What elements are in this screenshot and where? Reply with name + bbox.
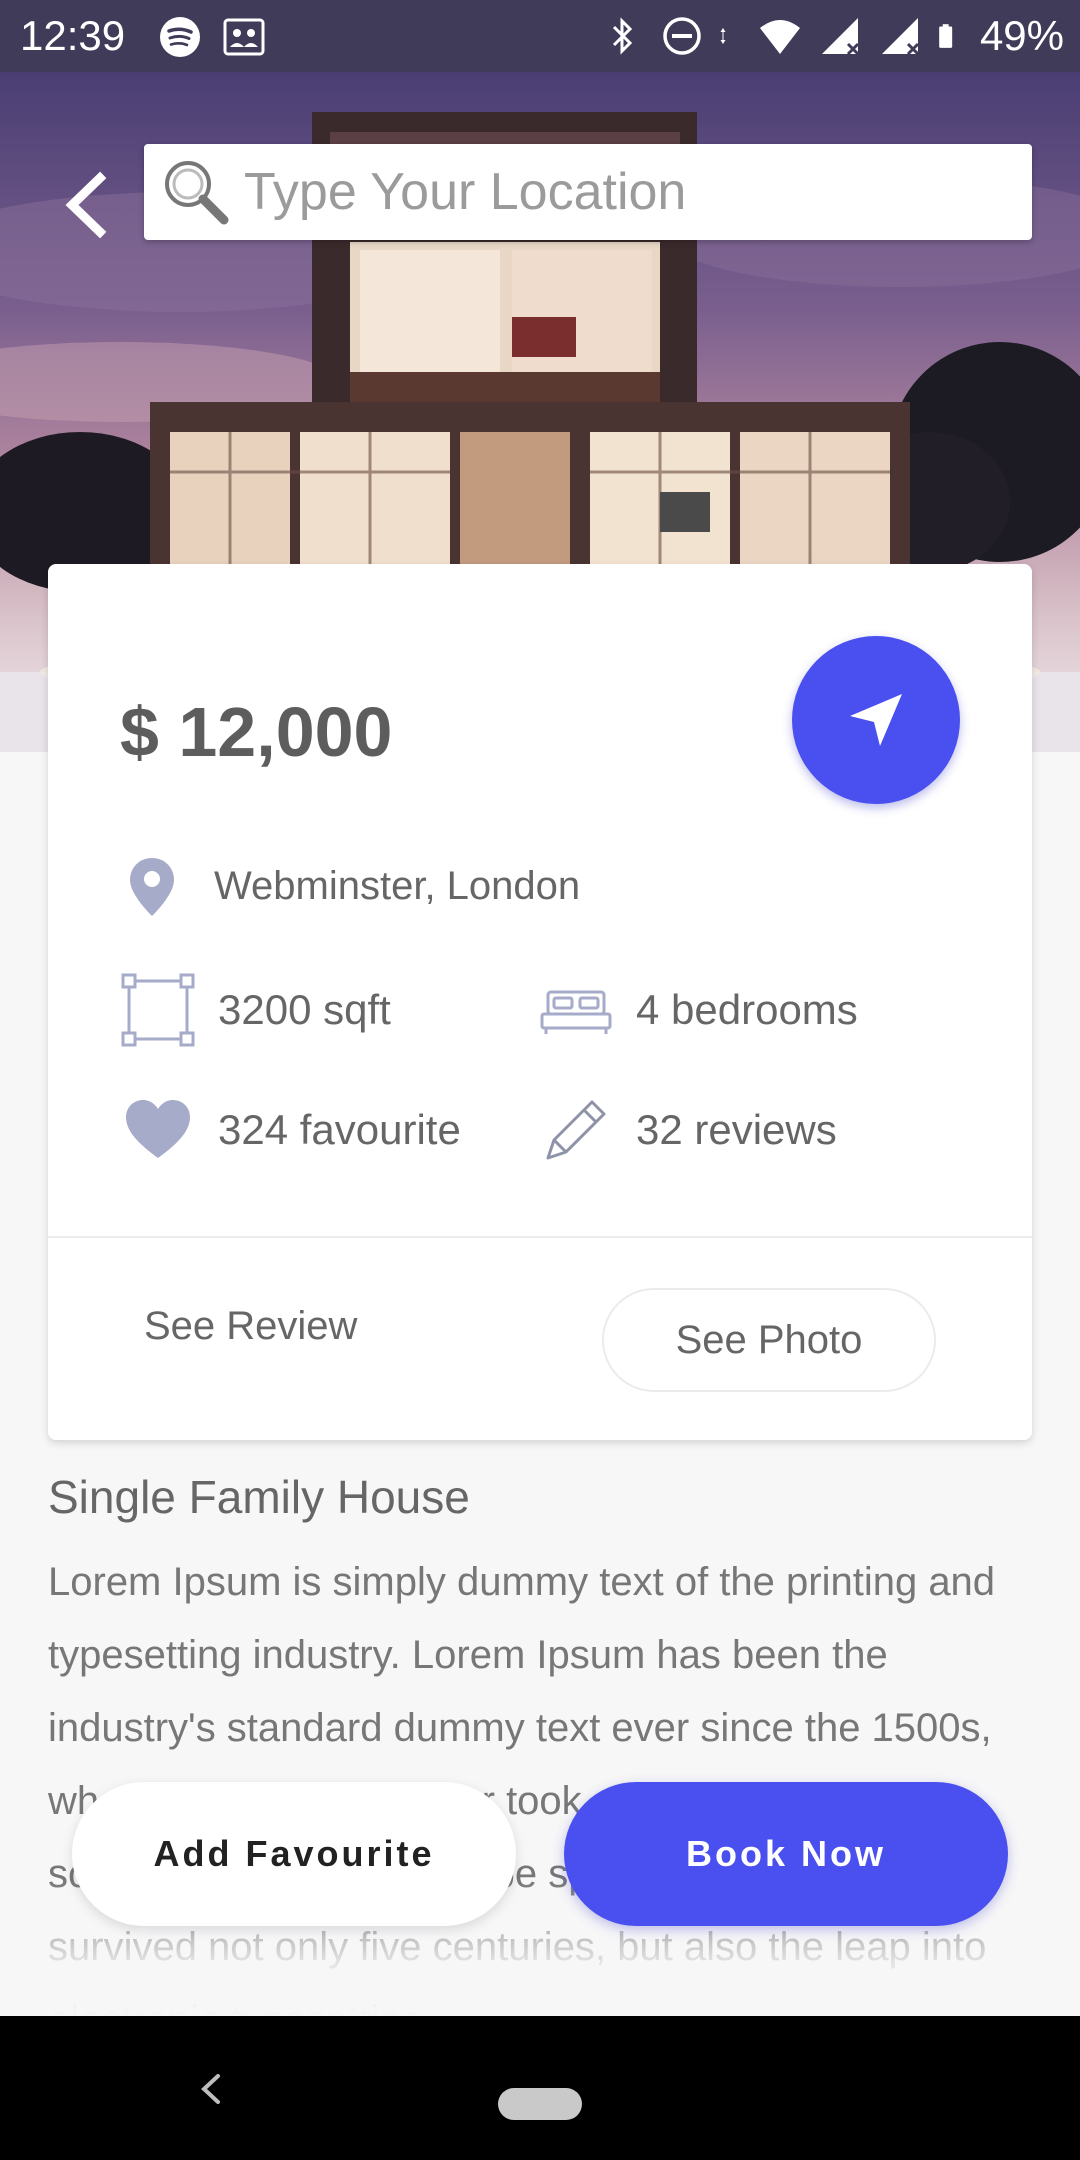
location-text: Webminster, London [214, 863, 581, 908]
see-review-button[interactable]: See Review [144, 1304, 357, 1349]
spotify-icon [160, 17, 200, 57]
search-icon [165, 161, 229, 225]
bluetooth-icon [612, 17, 633, 55]
favourites-text: 324 favourite [218, 1106, 461, 1153]
location-row: Webminster, London [120, 854, 580, 918]
system-back-icon[interactable] [190, 2064, 230, 2114]
status-left-icons [158, 15, 266, 59]
navigation-arrow-icon [850, 694, 902, 746]
reviews-feature: 32 reviews [538, 1092, 837, 1168]
bed-icon [538, 972, 614, 1048]
dnd-icon [663, 17, 701, 55]
back-arrow-icon[interactable] [56, 170, 116, 240]
signal-icon [881, 18, 919, 56]
area-feature: 3200 sqft [120, 972, 391, 1048]
add-favourite-button[interactable]: Add Favourite [72, 1782, 516, 1926]
wifi-icon [759, 20, 800, 54]
area-text: 3200 sqft [218, 986, 391, 1033]
status-right-icons: 49% [600, 12, 1064, 60]
bedrooms-text: 4 bedrooms [636, 986, 858, 1033]
battery-icon [939, 24, 953, 48]
location-pin-icon [130, 858, 174, 916]
area-icon [120, 972, 196, 1048]
property-type-title: Single Family House [48, 1471, 470, 1523]
data-arrows-icon [720, 28, 726, 44]
signal-icon [821, 18, 859, 56]
system-nav-bar [0, 2016, 1080, 2160]
card-divider [48, 1236, 1032, 1238]
pencil-icon [538, 1092, 614, 1168]
price: $ 12,000 [120, 693, 393, 771]
heart-icon [120, 1092, 196, 1168]
see-photo-button[interactable]: See Photo [602, 1288, 936, 1392]
favourites-feature: 324 favourite [120, 1092, 461, 1168]
search-bar[interactable] [144, 144, 1032, 240]
status-bar: 12:39 49% [0, 0, 1080, 72]
home-pill[interactable] [498, 2088, 582, 2120]
reviews-text: 32 reviews [636, 1106, 837, 1153]
search-input[interactable] [244, 162, 1004, 222]
battery-percent: 49% [979, 12, 1064, 59]
property-card: $ 12,000 Webminster, London 3200 sqft 4 … [48, 564, 1032, 1440]
book-now-button[interactable]: Book Now [564, 1782, 1008, 1926]
photos-icon [223, 18, 265, 56]
status-time: 12:39 [20, 12, 126, 59]
navigate-button[interactable] [792, 636, 960, 804]
bedrooms-feature: 4 bedrooms [538, 972, 858, 1048]
